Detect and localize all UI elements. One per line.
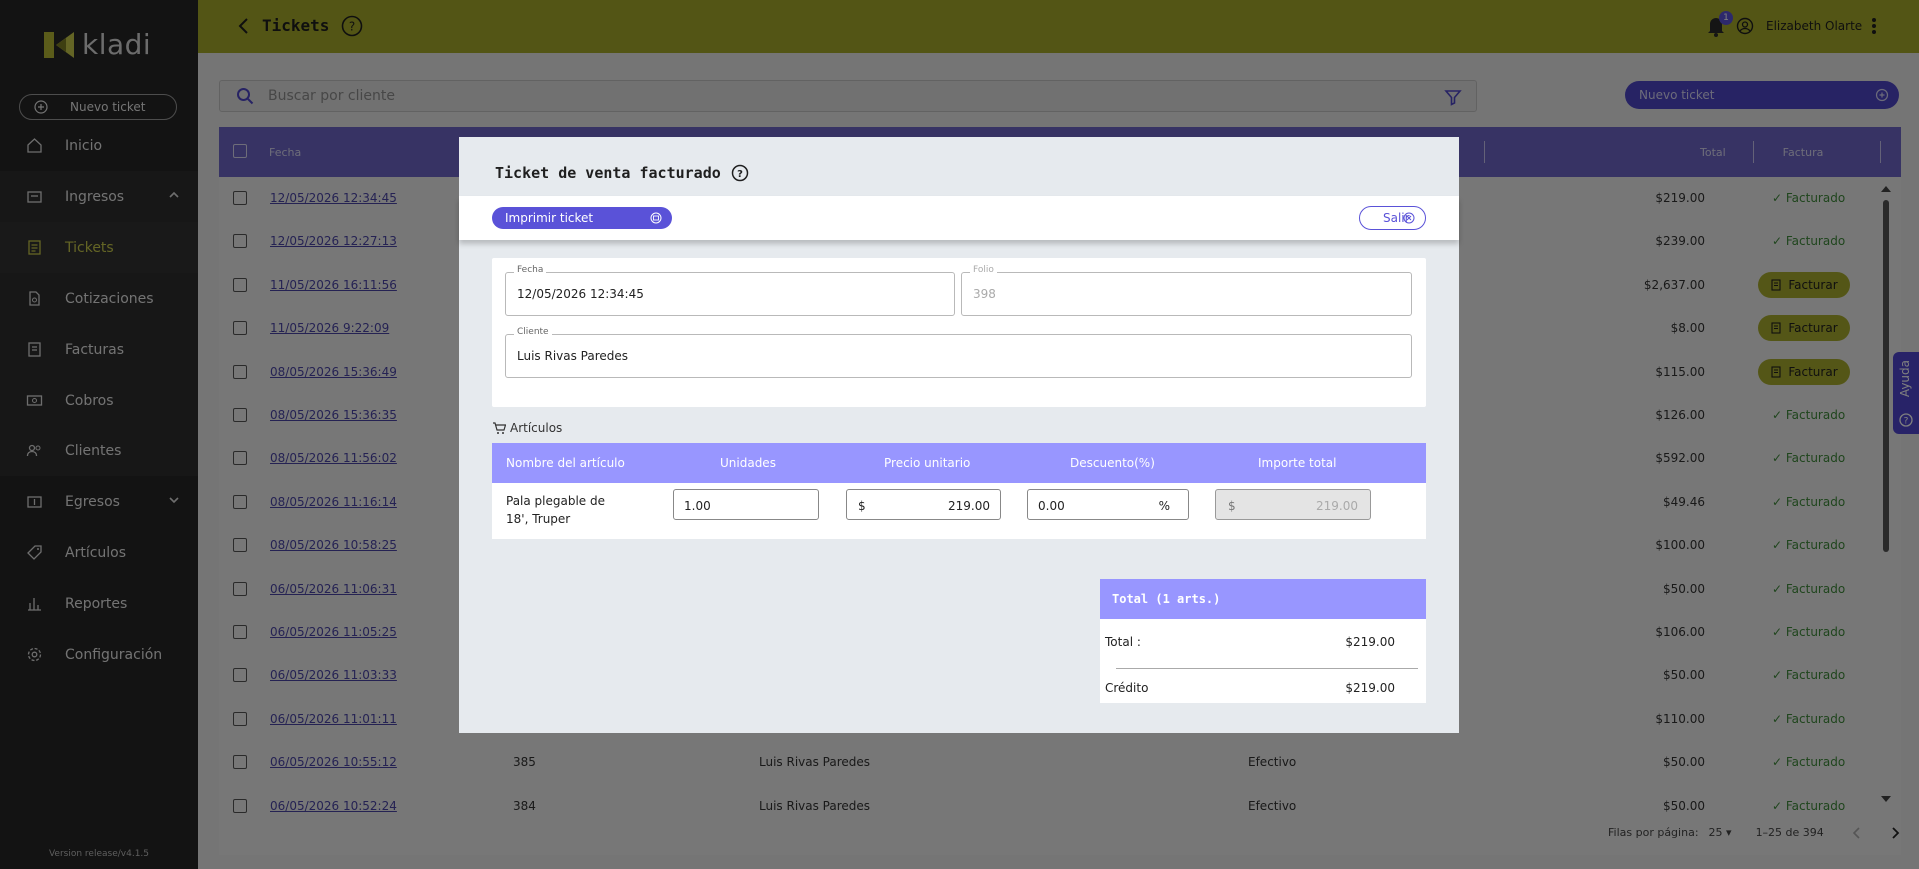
- articles-label: Artículos: [510, 421, 563, 435]
- folio-value: 398: [973, 287, 996, 301]
- modal-toolbar: Imprimir ticket Salir: [459, 196, 1459, 240]
- close-circle-icon: [1403, 212, 1415, 224]
- cliente-value: Luis Rivas Paredes: [517, 349, 629, 363]
- total-line: Total : $219.00: [1105, 635, 1395, 649]
- credit-label: Crédito: [1105, 681, 1149, 695]
- unit-price-value: 219.00: [948, 499, 990, 513]
- article-name: Pala plegable de 18', Truper: [506, 494, 606, 526]
- print-ticket-button[interactable]: Imprimir ticket: [492, 207, 672, 229]
- col-amount: Importe total: [1258, 456, 1337, 470]
- col-units: Unidades: [720, 456, 776, 470]
- cliente-field[interactable]: Cliente Luis Rivas Paredes: [505, 327, 1412, 378]
- total-value: $219.00: [1345, 635, 1395, 649]
- fecha-value: 12/05/2026 12:34:45: [517, 287, 644, 301]
- col-unit-price: Precio unitario: [884, 456, 971, 470]
- exit-button[interactable]: Salir: [1359, 206, 1426, 230]
- help-icon[interactable]: ?: [731, 164, 749, 182]
- amount-input: $ 219.00: [1215, 489, 1371, 520]
- articles-section-label: Artículos: [492, 421, 562, 435]
- amount-currency: $: [1228, 499, 1236, 513]
- printer-icon: [650, 212, 662, 224]
- units-input[interactable]: 1.00: [673, 489, 819, 520]
- totals-panel: Total (1 arts.) Total : $219.00 Crédito …: [1100, 579, 1426, 703]
- cliente-label: Cliente: [514, 327, 552, 337]
- articles-table-header: Nombre del artículo Unidades Precio unit…: [492, 443, 1426, 483]
- price-currency: $: [858, 499, 866, 513]
- ticket-modal: Ticket de venta facturado ? Imprimir tic…: [459, 137, 1459, 733]
- units-value: 1.00: [684, 499, 711, 513]
- articles-table: Nombre del artículo Unidades Precio unit…: [492, 443, 1426, 539]
- unit-price-input[interactable]: $ 219.00: [846, 489, 1001, 520]
- folio-field: Folio 398: [961, 265, 1412, 316]
- credit-line: Crédito $219.00: [1105, 681, 1395, 695]
- shopping-cart-icon: [493, 421, 506, 434]
- total-label: Total :: [1105, 635, 1141, 649]
- totals-divider: [1116, 668, 1418, 669]
- svg-text:?: ?: [737, 169, 743, 180]
- discount-value: 0.00: [1038, 499, 1065, 513]
- fecha-label: Fecha: [514, 265, 547, 275]
- totals-title: Total (1 arts.): [1100, 579, 1426, 619]
- credit-value: $219.00: [1345, 681, 1395, 695]
- discount-input[interactable]: 0.00 %: [1027, 489, 1189, 520]
- amount-value: 219.00: [1316, 499, 1358, 513]
- article-row: Pala plegable de 18', Truper 1.00 $ 219.…: [492, 483, 1426, 539]
- modal-title-text: Ticket de venta facturado: [495, 164, 721, 182]
- col-article-name: Nombre del artículo: [506, 456, 625, 470]
- discount-percent: %: [1158, 499, 1170, 513]
- modal-title: Ticket de venta facturado ?: [495, 164, 749, 182]
- fecha-field[interactable]: Fecha 12/05/2026 12:34:45: [505, 265, 955, 316]
- print-ticket-label: Imprimir ticket: [505, 211, 594, 225]
- col-discount: Descuento(%): [1070, 456, 1155, 470]
- ticket-info-card: Fecha 12/05/2026 12:34:45 Folio 398 Clie…: [492, 258, 1426, 407]
- folio-label: Folio: [970, 265, 997, 275]
